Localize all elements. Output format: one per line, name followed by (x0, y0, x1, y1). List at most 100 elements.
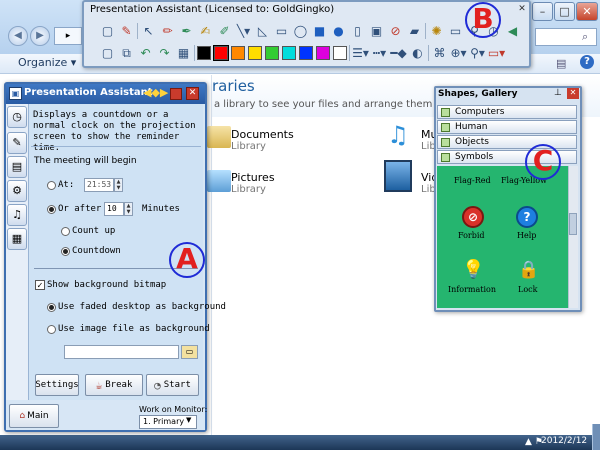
close-button[interactable]: ✕ (576, 2, 598, 21)
color-swatch[interactable] (231, 46, 245, 60)
clear-icon[interactable]: ⊘ (387, 23, 404, 40)
minimize-button[interactable]: – (532, 2, 553, 21)
pa-panel-close-icon[interactable]: ✕ (186, 87, 199, 100)
at-radio[interactable] (47, 181, 56, 190)
spotlight-icon[interactable]: ✺ (428, 23, 445, 40)
settings-button[interactable]: Settings (35, 374, 79, 396)
filled-ellipse-icon[interactable]: ● (330, 23, 347, 40)
gallery-scroll-thumb[interactable] (569, 213, 577, 235)
redo-icon[interactable]: ↷ (156, 45, 173, 62)
pin-icon[interactable]: ⊥ (554, 88, 562, 98)
gallery-scrollbar[interactable] (568, 166, 578, 308)
pencil-icon[interactable]: ✏ (159, 23, 176, 40)
forward-icon[interactable]: ▶ (30, 26, 50, 46)
line-icon[interactable]: ╲▾ (235, 23, 252, 40)
stamp-icon[interactable]: ▣ (368, 23, 385, 40)
taskbar-clock-time[interactable]: 19:43 (550, 424, 576, 434)
rectangle-icon[interactable]: ▭ (273, 23, 290, 40)
color-swatch[interactable] (197, 46, 211, 60)
category-human[interactable]: Human (437, 120, 577, 134)
back-arrow-icon[interactable]: ◀ (504, 23, 521, 40)
screen-mode-icon[interactable]: ▭▾ (488, 45, 505, 62)
undo-icon[interactable]: ↶ (137, 45, 154, 62)
category-computers[interactable]: Computers (437, 105, 577, 119)
back-icon[interactable]: ◀ (8, 26, 28, 46)
color-swatch[interactable] (265, 46, 279, 60)
faded-desktop-radio[interactable] (47, 303, 56, 312)
delete-icon[interactable]: ▦ (175, 45, 192, 62)
countdown-radio[interactable] (61, 247, 70, 256)
at-time-spinner[interactable]: ▲ ▼ (114, 178, 123, 192)
information-icon[interactable]: 💡 (462, 258, 484, 282)
forbid-icon[interactable]: ⊘ (462, 206, 484, 228)
music-library-icon[interactable]: ♫ (384, 120, 412, 150)
shadow-icon[interactable]: ◐ (409, 45, 426, 62)
videos-library-icon[interactable] (384, 160, 412, 192)
text-icon[interactable]: ▯ (349, 23, 366, 40)
draw-tab-icon[interactable]: ✎ (7, 132, 27, 154)
count-up-radio[interactable] (61, 227, 70, 236)
image-file-radio[interactable] (47, 325, 56, 334)
projector-tab-icon[interactable]: ▦ (7, 228, 27, 250)
copy-icon[interactable]: ⧉ (118, 45, 135, 62)
break-button[interactable]: ☕ Break (85, 374, 143, 396)
help-icon[interactable]: ? (516, 206, 538, 228)
start-button[interactable]: ◔ Start (146, 374, 199, 396)
pa-toolbar-close-icon[interactable]: ✕ (516, 4, 528, 15)
music-tab-icon[interactable]: ♫ (7, 204, 27, 226)
pointer-icon[interactable]: ↖ (140, 23, 157, 40)
chevron-down-icon[interactable]: ▼ (186, 416, 191, 424)
line-style-icon[interactable]: ┅▾ (371, 45, 388, 62)
filled-rectangle-icon[interactable]: ■ (311, 23, 328, 40)
notes-tab-icon[interactable]: ▤ (7, 156, 27, 178)
organize-button[interactable]: Organize ▾ (18, 56, 76, 69)
main-button[interactable]: ⌂ Main (9, 404, 59, 428)
ellipse-icon[interactable]: ◯ (292, 23, 309, 40)
documents-library-name[interactable]: Documents (231, 128, 294, 141)
page-icon[interactable]: ▢ (99, 23, 116, 40)
maximize-button[interactable]: □ (554, 2, 575, 21)
image-file-input[interactable] (64, 345, 179, 359)
brush-icon[interactable]: ✍ (197, 23, 214, 40)
zoom-icon[interactable]: ⊕▾ (450, 45, 467, 62)
pictures-library-icon[interactable] (207, 170, 231, 192)
or-after-radio[interactable] (47, 205, 56, 214)
taskbar-clock-date[interactable]: 2012/2/12 (541, 436, 587, 446)
pin-icon[interactable]: ⚲▾ (469, 45, 486, 62)
line-width-icon[interactable]: ☰▾ (352, 45, 369, 62)
view-options-icon[interactable]: ▤ (556, 57, 566, 70)
show-desktop-button[interactable] (592, 424, 600, 450)
gallery-close-icon[interactable]: ✕ (567, 88, 579, 99)
dock-arrows-icon[interactable]: ◀◆▶ (143, 86, 168, 99)
select-icon[interactable]: ▢ (99, 45, 116, 62)
capture-icon[interactable]: ⌘ (431, 45, 448, 62)
color-swatch[interactable] (213, 45, 229, 61)
color-swatch[interactable] (248, 46, 262, 60)
show-bitmap-checkbox[interactable]: ✓ (35, 280, 45, 290)
color-swatch[interactable] (333, 46, 347, 60)
address-bar[interactable]: ▸ (54, 27, 82, 45)
at-time-input[interactable]: 21:53 (84, 178, 114, 192)
eraser-block-icon[interactable]: ▰ (406, 23, 423, 40)
triangle-icon[interactable]: ◺ (254, 23, 271, 40)
opacity-slider-icon[interactable]: ━◆ (390, 45, 407, 62)
help-icon[interactable]: ? (580, 55, 594, 69)
pen-icon[interactable]: ✒ (178, 23, 195, 40)
clock-tab-icon[interactable]: ◷ (7, 106, 27, 128)
browse-folder-icon[interactable]: ▭ (181, 345, 198, 359)
screen-icon[interactable]: ▭ (447, 23, 464, 40)
lock-icon[interactable]: 🔒 (518, 258, 539, 282)
color-swatch[interactable] (299, 46, 313, 60)
minutes-spinner[interactable]: ▲ ▼ (124, 202, 133, 216)
highlighter-icon[interactable]: ✐ (216, 23, 233, 40)
settings-tab-icon[interactable]: ⚙ (7, 180, 27, 202)
color-swatch[interactable] (316, 46, 330, 60)
start-button-label: Start (163, 380, 191, 390)
eraser-icon[interactable]: ✎ (118, 23, 135, 40)
documents-library-icon[interactable] (207, 126, 231, 148)
minutes-input[interactable]: 10 (104, 202, 124, 216)
pictures-library-name[interactable]: Pictures (231, 171, 275, 184)
minimize-icon[interactable] (170, 88, 182, 100)
category-objects[interactable]: Objects (437, 135, 577, 149)
color-swatch[interactable] (282, 46, 296, 60)
